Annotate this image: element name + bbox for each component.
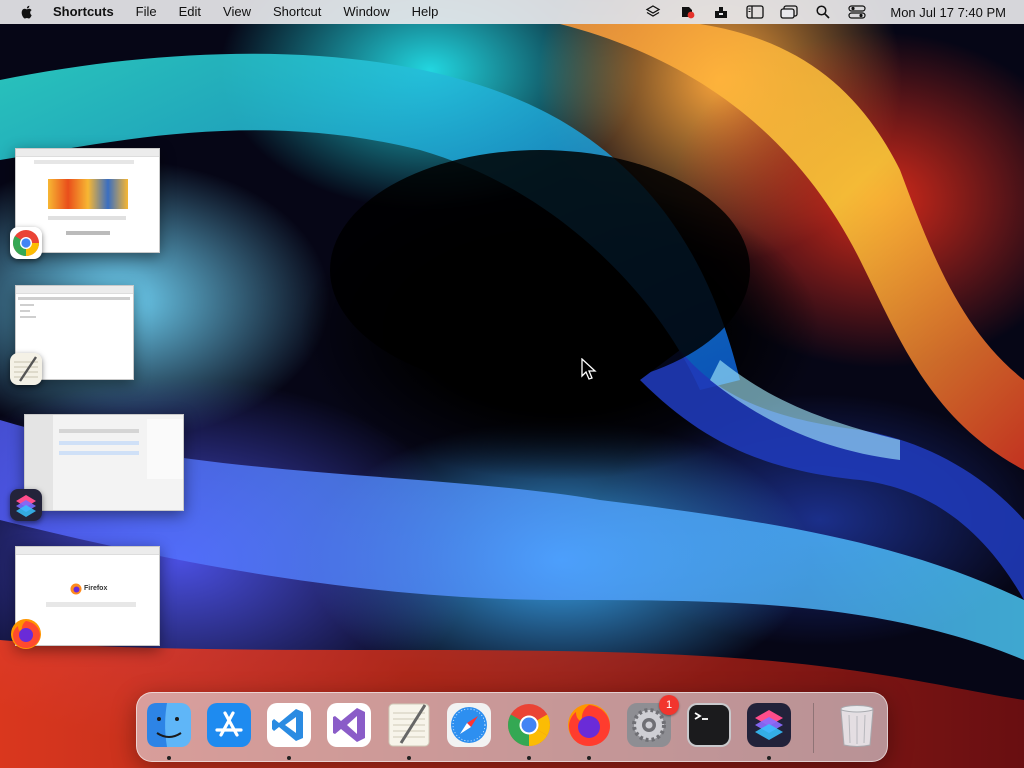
dock-separator (813, 703, 814, 753)
dock-safari[interactable] (445, 701, 493, 749)
textedit-icon (10, 353, 42, 385)
firefox-icon (11, 619, 41, 649)
menu-file[interactable]: File (125, 0, 168, 24)
search-box (46, 602, 136, 607)
action-row (59, 451, 139, 455)
running-indicator (527, 756, 531, 760)
google-doodle-image (48, 179, 128, 209)
app-badge-icon[interactable] (678, 4, 696, 20)
shortcuts-window-badge (10, 489, 42, 521)
firefox-icon (568, 704, 610, 746)
firefox-window-badge (10, 618, 42, 650)
running-indicator (587, 756, 591, 760)
action-row (59, 441, 139, 445)
notification-badge: 1 (659, 695, 679, 715)
sidebar-icon[interactable] (746, 4, 765, 20)
details-panel (147, 419, 183, 479)
vscode-icon (267, 703, 311, 747)
menu-help[interactable]: Help (401, 0, 450, 24)
dock-textedit[interactable] (385, 701, 433, 749)
text-line (20, 310, 30, 312)
menu-window[interactable]: Window (332, 0, 400, 24)
dock-system-settings[interactable]: 1 (625, 695, 679, 749)
menu-shortcut[interactable]: Shortcut (262, 0, 332, 24)
dock-app-store[interactable] (205, 701, 253, 749)
menu-edit[interactable]: Edit (168, 0, 212, 24)
apple-menu-icon[interactable] (19, 4, 35, 20)
search-icon[interactable] (814, 4, 832, 20)
text-line (20, 316, 36, 318)
action-row (59, 429, 139, 433)
firefox-page-title: Firefox (84, 585, 108, 592)
dock-chrome[interactable] (505, 701, 553, 749)
mouse-cursor-icon (581, 358, 597, 380)
terminal-icon (687, 703, 731, 747)
text-line (20, 304, 34, 306)
menu-view[interactable]: View (212, 0, 262, 24)
safari-icon (447, 703, 491, 747)
dock-firefox[interactable] (565, 701, 613, 749)
dock: 1 (136, 692, 888, 762)
inbox-tray-icon[interactable] (712, 4, 730, 20)
textedit-icon (388, 703, 430, 747)
running-indicator (407, 756, 411, 760)
desktop-wallpaper (0, 24, 1024, 768)
chrome-icon (10, 227, 42, 259)
textedit-window-badge (10, 353, 42, 385)
app-store-icon (207, 703, 251, 747)
finder-icon (147, 703, 191, 747)
thumbnail-titlebar (16, 547, 159, 555)
dock-terminal[interactable] (685, 701, 733, 749)
thumbnail-titlebar (16, 286, 133, 294)
running-indicator (287, 756, 291, 760)
firefox-logo-icon (70, 583, 82, 595)
dock-shortcuts[interactable] (745, 701, 793, 749)
running-indicator (167, 756, 171, 760)
trash-icon (840, 705, 874, 747)
menubar-clock[interactable]: Mon Jul 17 7:40 PM (874, 5, 1024, 20)
menu-bar: Shortcuts File Edit View Shortcut Window… (0, 0, 1024, 24)
layers-icon[interactable] (644, 4, 662, 20)
control-center-icon[interactable] (848, 4, 866, 20)
thumbnail-titlebar (16, 149, 159, 157)
shortcuts-icon (747, 703, 791, 747)
address-bar (34, 160, 134, 164)
toolbar-row (18, 297, 130, 300)
shortcuts-icon (10, 489, 42, 521)
running-indicator (767, 756, 771, 760)
menu-app-name[interactable]: Shortcuts (53, 0, 125, 24)
dock-visual-studio[interactable] (325, 701, 373, 749)
dock-finder[interactable] (145, 701, 193, 749)
search-box (48, 216, 126, 220)
chrome-icon (508, 704, 550, 746)
windows-icon[interactable] (780, 4, 799, 20)
dock-trash[interactable] (833, 701, 881, 749)
window-thumbnail-shortcuts[interactable] (24, 414, 184, 511)
chrome-window-badge (10, 227, 42, 259)
dock-vscode[interactable] (265, 701, 313, 749)
shortcut-tiles (66, 231, 110, 235)
visual-studio-icon (327, 703, 371, 747)
